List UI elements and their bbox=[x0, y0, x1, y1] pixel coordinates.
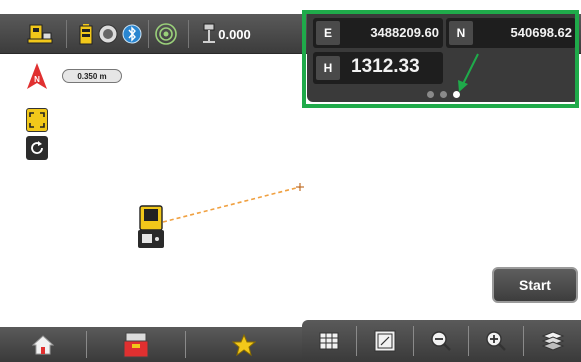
favorite-star-icon[interactable] bbox=[186, 327, 302, 362]
bottom-toolbar-left bbox=[0, 327, 302, 362]
grid-view-icon[interactable] bbox=[302, 320, 356, 362]
zoom-out-icon[interactable] bbox=[414, 320, 468, 362]
home-icon[interactable] bbox=[0, 327, 86, 362]
start-button[interactable]: Start bbox=[492, 267, 578, 303]
north-arrow-icon: N bbox=[26, 62, 48, 90]
annotation-arrow bbox=[458, 53, 479, 92]
refresh-icon[interactable] bbox=[26, 136, 48, 160]
data-view-icon[interactable] bbox=[357, 320, 413, 362]
zoom-extents-icon[interactable] bbox=[26, 108, 48, 132]
bottom-toolbar bbox=[0, 320, 581, 362]
zoom-in-icon[interactable] bbox=[469, 320, 523, 362]
job-icon[interactable] bbox=[87, 327, 185, 362]
scale-bar: 0.350 m bbox=[62, 69, 122, 83]
total-station-icon[interactable] bbox=[137, 205, 165, 250]
bottom-toolbar-right bbox=[302, 320, 581, 362]
layers-icon[interactable] bbox=[524, 320, 581, 362]
survey-screen: 0.000 E 3488209.60 N 540698.62 H 1312.33 bbox=[0, 0, 581, 362]
north-label: N bbox=[34, 75, 40, 84]
